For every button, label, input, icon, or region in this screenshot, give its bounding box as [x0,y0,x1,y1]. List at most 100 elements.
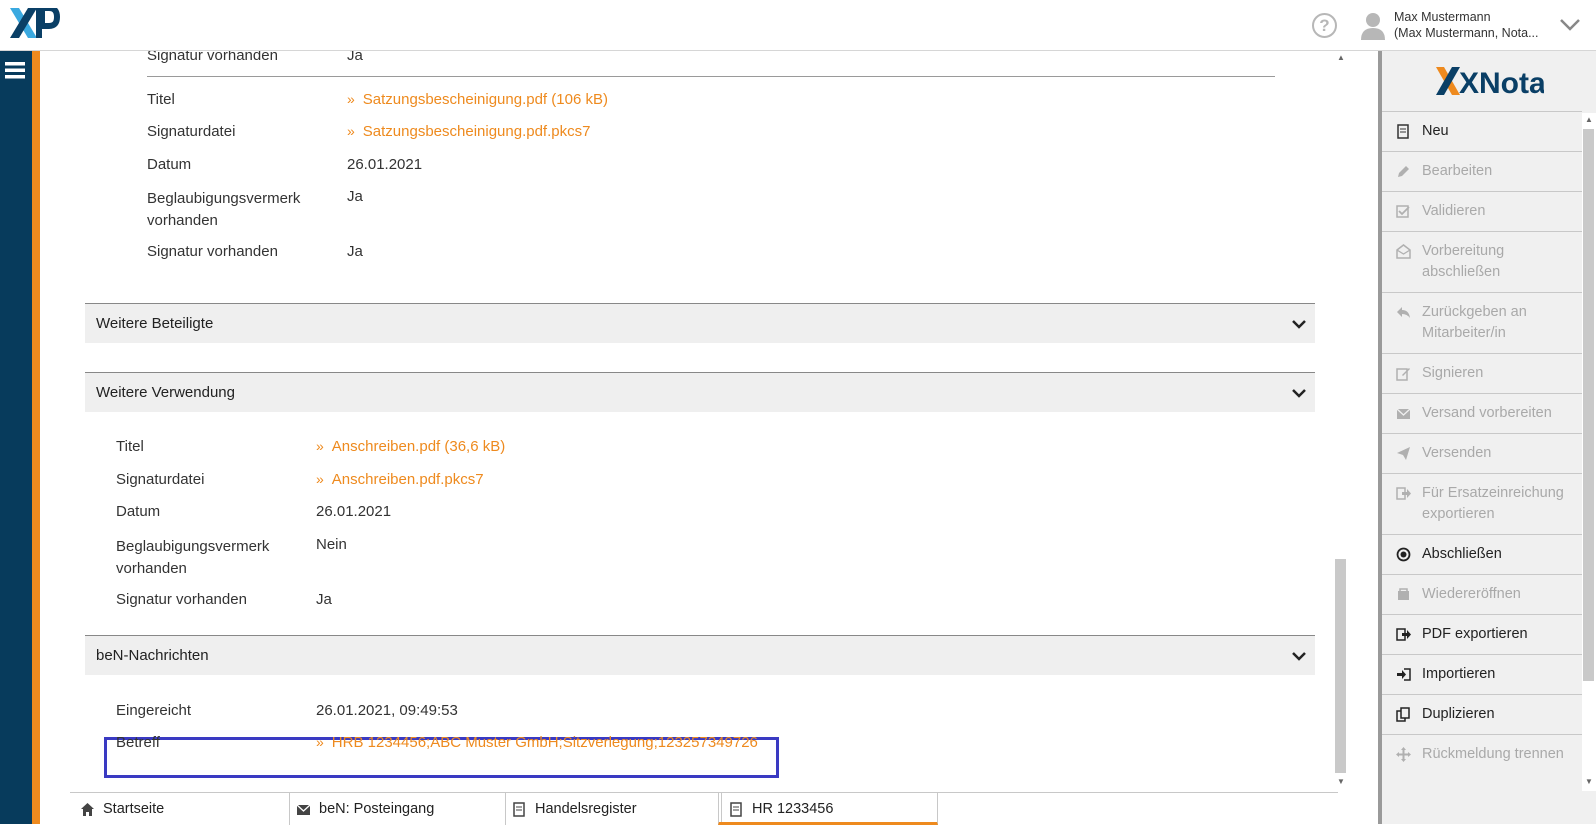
import-icon [1397,668,1411,681]
menu-item-pdf-exportieren[interactable]: PDF exportieren [1382,614,1582,654]
signature-file-link[interactable]: » Satzungsbescheinigung.pdf.pkcs7 [347,123,590,140]
duplicate-icon [1396,707,1410,722]
field-label-beglaubigung: Beglaubigungsvermerk vorhanden [147,190,301,229]
field-label-signaturdatei: Signaturdatei [116,471,205,488]
home-icon [81,803,94,816]
right-panel-scrollbar[interactable]: ▲ ▼ [1582,113,1596,791]
tab-hr-1233456[interactable]: HR 1233456 [718,793,938,825]
field-value-datum: 26.01.2021 [316,503,392,520]
menu-item-signieren[interactable]: Signieren [1382,353,1582,393]
envelope-open-icon [1396,244,1411,259]
field-label-beglaubigung: Beglaubigungsvermerk vorhanden [116,538,270,577]
scrollbar-thumb[interactable] [1335,559,1346,773]
double-chevron-right-icon: » [347,91,355,107]
tab-label: Startseite [103,801,165,817]
menu-item-label: Wiedereröffnen [1422,586,1521,602]
document-title-link[interactable]: » Satzungsbescheinigung.pdf (106 kB) [347,91,608,108]
tab-startseite[interactable]: Startseite [70,793,290,825]
menu-item-label: Rückmeldung trennen [1422,746,1564,762]
menu-item-bearbeiten[interactable]: Bearbeiten [1382,151,1582,191]
section-ben-nachrichten[interactable]: beN-Nachrichten [85,635,1315,675]
doc-icon [730,802,742,817]
menu-item-abschliessen[interactable]: Abschließen [1382,534,1582,574]
menu-item-vorbereitung-abschliessen[interactable]: Vorbereitung abschließen [1382,231,1582,292]
pencil-icon [1398,166,1409,177]
menu-item-label: Vorbereitung abschließen [1422,243,1505,280]
menu-item-validieren[interactable]: Validieren [1382,191,1582,231]
betreff-link[interactable]: » HRB 1234456;ABC Muster GmbH;Sitzverlegu… [316,734,758,751]
menu-item-versenden[interactable]: Versenden [1382,433,1582,473]
link-text: Satzungsbescheinigung.pdf (106 kB) [362,91,608,108]
menu-item-label: Signieren [1422,365,1484,381]
bottom-tab-bar: Startseite beN: Posteingang Handelsregis… [70,792,1338,825]
user-avatar-icon[interactable] [1360,12,1386,40]
tab-handelsregister[interactable]: Handelsregister [502,793,722,825]
menu-item-wiedereroeffnen[interactable]: Wiedereröffnen [1382,574,1582,614]
document-title-link[interactable]: » Anschreiben.pdf (36,6 kB) [316,438,505,455]
menu-item-label: Versand vorbereiten [1422,405,1552,421]
doc-icon [513,802,525,817]
menu-item-label: Importieren [1422,666,1496,682]
menu-item-importieren[interactable]: Importieren [1382,654,1582,694]
user-menu-chevron-down-icon[interactable] [1558,14,1582,36]
field-label: Signatur vorhanden [147,51,278,64]
tab-label: Handelsregister [535,801,637,817]
section-title: beN-Nachrichten [96,647,209,664]
help-icon[interactable]: ? [1312,13,1337,38]
section-weitere-beteiligte[interactable]: Weitere Beteiligte [85,303,1315,343]
double-chevron-right-icon: » [316,471,324,487]
action-menu: Neu Bearbeiten Validieren Vorbereitung a… [1382,111,1582,774]
menu-item-duplizieren[interactable]: Duplizieren [1382,694,1582,734]
menu-item-rueckmeldung-trennen[interactable]: Rückmeldung trennen [1382,734,1582,774]
menu-item-label: Neu [1422,123,1449,139]
field-label-titel: Titel [147,91,175,108]
check-box-icon [1396,205,1410,218]
field-label-eingereicht: Eingereicht [116,702,192,719]
menu-item-versand-vorbereiten[interactable]: Versand vorbereiten [1382,393,1582,433]
menu-item-ersatzeinreichung-exportieren[interactable]: Für Ersatzeinreichung exportieren [1382,473,1582,534]
reopen-icon [1398,588,1409,600]
envelope-icon [1396,408,1411,419]
field-value-datum: 26.01.2021 [347,156,423,173]
scroll-down-arrow-icon[interactable]: ▼ [1335,777,1347,786]
signature-file-link[interactable]: » Anschreiben.pdf.pkcs7 [316,471,484,488]
menu-item-label: PDF exportieren [1422,626,1528,642]
field-label-signatur: Signatur vorhanden [116,591,247,608]
reply-icon [1397,307,1410,318]
menu-item-label: Versenden [1422,445,1492,461]
divider [147,76,1275,77]
xnotar-logo: XNotar [1436,67,1544,99]
menu-item-neu[interactable]: Neu [1382,111,1582,151]
user-name[interactable]: Max Mustermann (Max Mustermann, Nota... [1394,9,1539,41]
left-sidebar [0,51,32,824]
menu-item-label: Duplizieren [1422,706,1495,722]
menu-item-zurueckgeben[interactable]: Zurückgeben an Mitarbeiter/in [1382,292,1582,353]
link-text: Satzungsbescheinigung.pdf.pkcs7 [362,123,591,140]
scrollbar-thumb[interactable] [1583,129,1594,681]
top-bar: ? Max Mustermann (Max Mustermann, Nota..… [0,0,1596,51]
field-value-beglaubigung: Ja [347,188,363,205]
hamburger-menu-icon[interactable] [5,60,25,80]
field-label-signaturdatei: Signaturdatei [147,123,236,140]
menu-item-label: Bearbeiten [1422,163,1493,179]
edit-icon [1396,368,1410,381]
send-icon [1397,447,1410,460]
main-scrollbar[interactable]: ▲ ▼ [1334,51,1348,791]
tab-ben-posteingang[interactable]: beN: Posteingang [286,793,506,825]
chevron-down-icon[interactable] [1291,385,1307,401]
scroll-down-arrow-icon[interactable]: ▼ [1583,777,1595,786]
section-title: Weitere Verwendung [96,384,235,401]
scroll-up-arrow-icon[interactable]: ▲ [1335,53,1347,62]
chevron-down-icon[interactable] [1291,648,1307,664]
scroll-up-arrow-icon[interactable]: ▲ [1583,115,1595,124]
new-doc-icon [1397,124,1409,139]
double-chevron-right-icon: » [347,123,355,139]
main-content: Signatur vorhanden Ja Titel » Satzungsbes… [70,51,1338,791]
menu-item-label: Für Ersatzeinreichung exportieren [1422,485,1564,522]
chevron-down-icon[interactable] [1291,316,1307,332]
field-value-signatur: Ja [316,591,332,608]
section-weitere-verwendung[interactable]: Weitere Verwendung [85,372,1315,412]
field-label-titel: Titel [116,438,144,455]
xnp-logo[interactable] [10,8,60,38]
field-value: Ja [347,51,363,64]
